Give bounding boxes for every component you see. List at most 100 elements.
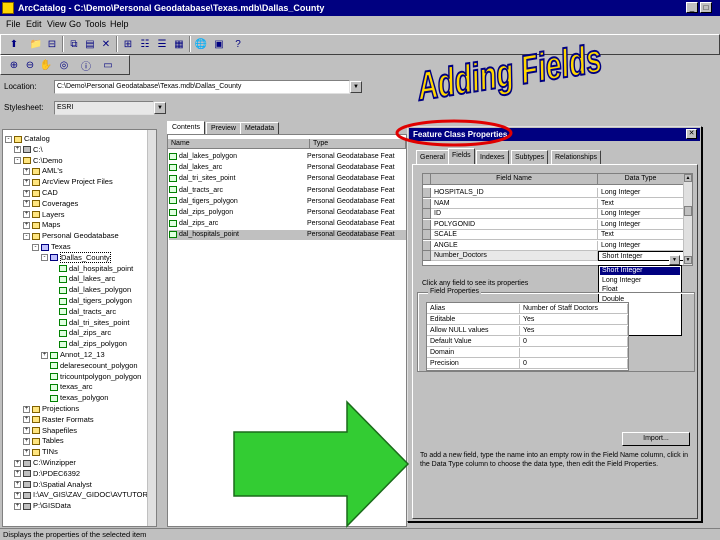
- tree-item[interactable]: + C:\: [14, 145, 43, 155]
- table-row[interactable]: dal_lakes_polygon Personal Geodatabase Fe…: [169, 152, 406, 162]
- tree-item[interactable]: + TINs: [23, 447, 58, 457]
- menu-view[interactable]: View: [45, 17, 68, 31]
- data-type-cell[interactable]: Text: [598, 198, 684, 209]
- table-row[interactable]: dal_hospitals_point Personal Geodatabase …: [169, 230, 406, 241]
- tree-item[interactable]: + AML's: [23, 166, 63, 176]
- launch-arcmap-icon[interactable]: 🌐: [193, 36, 209, 52]
- tree-item[interactable]: dal_zips_polygon: [50, 339, 127, 349]
- column-header-name[interactable]: Name: [168, 139, 310, 149]
- tree-item[interactable]: + CAD: [23, 188, 58, 198]
- tree-item[interactable]: dal_tri_sites_point: [50, 318, 129, 328]
- collapse-icon[interactable]: -: [41, 254, 48, 262]
- tab-contents[interactable]: Contents: [167, 121, 206, 135]
- delete-icon[interactable]: ✕: [98, 36, 114, 52]
- field-name-cell[interactable]: Number_Doctors: [431, 251, 598, 261]
- tree-item[interactable]: + Layers: [23, 210, 65, 220]
- tree-item[interactable]: - Texas: [32, 242, 71, 252]
- up-one-level-icon[interactable]: ⬆: [6, 36, 22, 52]
- expand-icon[interactable]: +: [23, 405, 30, 413]
- field-name-cell[interactable]: NAM: [431, 198, 598, 209]
- tree-item[interactable]: - C:\Demo: [14, 156, 63, 166]
- full-extent-icon[interactable]: ◎: [56, 57, 72, 73]
- property-value-cell[interactable]: 0: [520, 359, 628, 369]
- tree-item[interactable]: + C:\Winzipper: [14, 458, 76, 468]
- dialog-tab-indexes[interactable]: Indexes: [476, 150, 509, 164]
- expand-icon[interactable]: +: [23, 167, 30, 175]
- tree-item[interactable]: + P:\GISData: [14, 501, 71, 511]
- field-row-header[interactable]: [423, 219, 431, 230]
- property-value-cell[interactable]: Number of Staff Doctors: [520, 304, 628, 314]
- data-type-cell[interactable]: Long Integer: [598, 240, 684, 251]
- table-row[interactable]: dal_zips_polygon Personal Geodatabase Fea…: [169, 208, 406, 218]
- location-combo[interactable]: C:\Demo\Personal Geodatabase\Texas.mdb\D…: [54, 80, 350, 94]
- field-name-cell[interactable]: POLYGONID: [431, 219, 598, 230]
- tree-item[interactable]: dal_lakes_arc: [50, 274, 115, 284]
- menu-file[interactable]: File: [4, 17, 23, 31]
- expand-icon[interactable]: +: [14, 470, 21, 478]
- menu-go[interactable]: Go: [67, 17, 83, 31]
- tree-item[interactable]: + Projections: [23, 404, 79, 414]
- tree-item[interactable]: + Raster Formats: [23, 415, 94, 425]
- tree-item[interactable]: + D:\PDEC6392: [14, 469, 80, 479]
- pan-icon[interactable]: ✋: [38, 57, 54, 73]
- collapse-icon[interactable]: -: [14, 157, 21, 165]
- menu-edit[interactable]: Edit: [24, 17, 44, 31]
- location-dropdown-button[interactable]: ▼: [350, 81, 362, 93]
- copy-icon[interactable]: ⧉: [66, 36, 82, 52]
- field-name-cell[interactable]: ANGLE: [431, 240, 598, 251]
- field-row-header[interactable]: [423, 230, 431, 240]
- tree-item[interactable]: delaresecount_polygon: [41, 361, 138, 371]
- create-thumbnail-icon[interactable]: ▭: [100, 57, 116, 73]
- dialog-tab-general[interactable]: General: [416, 150, 449, 164]
- data-type-cell[interactable]: Long Integer: [598, 219, 684, 230]
- tree-item[interactable]: + I:\AV_GIS\ZAV_GIDOC\AVTUTOR: [14, 490, 148, 500]
- minimize-button[interactable]: _: [686, 2, 698, 13]
- tree-item[interactable]: texas_arc: [41, 382, 93, 392]
- table-row[interactable]: dal_tri_sites_point Personal Geodatabase …: [169, 174, 406, 184]
- dialog-tab-fields[interactable]: Fields: [448, 148, 475, 165]
- tree-item[interactable]: dal_tracts_arc: [50, 307, 116, 317]
- tree-item[interactable]: dal_hospitals_point: [50, 264, 133, 274]
- datatype-dropdown-button[interactable]: ▼: [669, 255, 680, 265]
- large-icons-icon[interactable]: ⊞: [120, 36, 136, 52]
- catalog-tree[interactable]: - Catalog + C:\ - C:\Demo + AML's + ArcView Proje…: [2, 129, 157, 527]
- expand-icon[interactable]: +: [23, 178, 30, 186]
- expand-icon[interactable]: +: [14, 481, 21, 489]
- expand-icon[interactable]: +: [23, 437, 30, 445]
- disconnect-folder-icon[interactable]: ⊟: [44, 36, 60, 52]
- paste-icon[interactable]: ▤: [82, 36, 98, 52]
- field-name-cell[interactable]: SCALE: [431, 230, 598, 240]
- tree-item[interactable]: + D:\Spatial Analyst: [14, 480, 92, 490]
- list-icon[interactable]: ☷: [137, 36, 153, 52]
- collapse-icon[interactable]: -: [5, 135, 12, 143]
- maximize-button[interactable]: □: [700, 2, 712, 13]
- table-row[interactable]: dal_zips_arc Personal Geodatabase Feat: [169, 219, 406, 229]
- collapse-icon[interactable]: -: [32, 243, 39, 251]
- tree-item[interactable]: - Catalog: [5, 134, 50, 144]
- tree-item[interactable]: - Dallas_County: [41, 251, 111, 263]
- field-row-header[interactable]: [423, 240, 431, 251]
- tree-item[interactable]: + ArcView Project Files: [23, 177, 113, 187]
- expand-icon[interactable]: +: [23, 189, 30, 197]
- thumbnails-icon[interactable]: ▦: [171, 36, 187, 52]
- expand-icon[interactable]: +: [14, 491, 21, 499]
- stylesheet-dropdown-button[interactable]: ▼: [154, 102, 166, 114]
- zoom-out-icon[interactable]: ⊖: [22, 57, 38, 73]
- dialog-close-button[interactable]: ✕: [686, 129, 697, 139]
- data-type-cell[interactable]: Long Integer: [598, 188, 684, 198]
- data-type-cell[interactable]: Text: [598, 230, 684, 240]
- field-properties-grid[interactable]: Alias Number of Staff Doctors Editable Yes A…: [426, 302, 629, 371]
- table-row[interactable]: dal_lakes_arc Personal Geodatabase Feat: [169, 163, 406, 173]
- field-name-cell[interactable]: HOSPITALS_ID: [431, 188, 598, 198]
- property-value-cell[interactable]: [520, 348, 628, 358]
- expand-icon[interactable]: +: [23, 221, 30, 229]
- table-row[interactable]: dal_tigers_polygon Personal Geodatabase F…: [169, 197, 406, 207]
- field-row-header[interactable]: [423, 188, 431, 198]
- field-row-header[interactable]: [423, 251, 431, 261]
- field-row-header[interactable]: [423, 209, 431, 219]
- field-name-cell[interactable]: ID: [431, 209, 598, 219]
- property-value-cell[interactable]: Yes: [520, 326, 628, 336]
- expand-icon[interactable]: +: [23, 427, 30, 435]
- import-button[interactable]: Import...: [622, 432, 690, 446]
- collapse-icon[interactable]: -: [23, 232, 30, 240]
